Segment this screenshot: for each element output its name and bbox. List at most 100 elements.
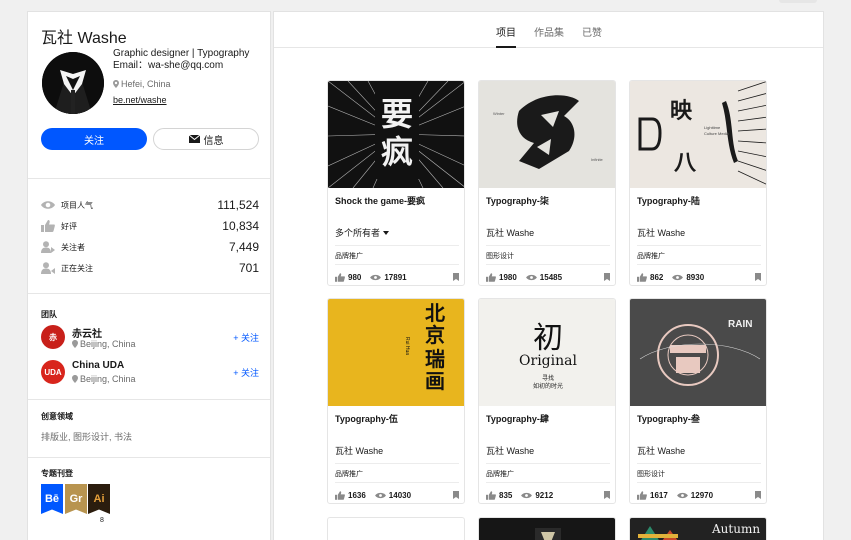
tab-moodboards[interactable]: 作品集 <box>534 24 564 39</box>
window-edge <box>779 0 817 3</box>
team-follow-button[interactable]: + 关注 <box>233 366 259 379</box>
bookmark-icon[interactable] <box>604 273 610 281</box>
team-location-text: Beijing, China <box>80 374 136 384</box>
thumb-text: RAIN <box>728 319 753 330</box>
likes-count: 1617 <box>650 490 668 500</box>
project-card[interactable]: 北京 瑞画 Rui Hua Typography-伍 瓦社 Washe 品牌推广… <box>327 298 465 504</box>
profile-location: Hefei, China <box>113 79 171 89</box>
project-thumbnail: Winter Infinite <box>479 81 615 188</box>
project-owner[interactable]: 瓦社 Washe <box>335 444 383 457</box>
project-card[interactable]: 映 八 Lighttime Culture Media Typography-陆… <box>629 80 767 286</box>
profile-link[interactable]: be.net/washe <box>113 95 167 105</box>
team-member: UDA China UDA Beijing, China + 关注 <box>41 360 259 388</box>
eye-icon <box>521 492 533 498</box>
team-member: 赤 赤云社 Beijing, China + 关注 <box>41 325 259 353</box>
stat-label: 好评 <box>61 221 77 231</box>
tab-appreciated[interactable]: 已赞 <box>582 24 602 39</box>
message-button[interactable]: 信息 <box>153 128 259 150</box>
thumb-sub-2: 如初的时光 <box>532 384 563 390</box>
eye-icon <box>370 274 382 280</box>
bookmark-icon[interactable] <box>755 491 761 499</box>
project-card[interactable]: RAIN Typography-叁 瓦社 Washe 图形设计 1617 129… <box>629 298 767 504</box>
project-card[interactable]: 初 Original 寻找 如初的时光 Typography-肆 瓦社 Wash… <box>478 298 616 504</box>
fields-list: 排版业, 图形设计, 书法 <box>41 432 133 442</box>
project-card-partial[interactable]: Autumn <box>629 517 767 540</box>
project-owner-name: 多个所有者 <box>335 228 381 238</box>
project-thumbnail: 初 Original 寻找 如初的时光 <box>479 299 615 406</box>
views-count: 14030 <box>388 490 412 500</box>
divider <box>335 463 459 464</box>
views-count: 8930 <box>686 272 705 282</box>
views-count: 12970 <box>690 490 714 500</box>
project-thumbnail: 映 八 Lighttime Culture Media <box>630 81 766 188</box>
project-title[interactable]: Typography-肆 <box>486 412 549 425</box>
graphic-design-badge[interactable]: Gr <box>65 484 87 514</box>
project-title[interactable]: Typography-柒 <box>486 194 549 207</box>
team-name[interactable]: 赤云社 <box>72 325 102 340</box>
project-card[interactable]: Winter Infinite Typography-柒 瓦社 Washe 图形… <box>478 80 616 286</box>
profile-name: 瓦社 Washe <box>41 30 127 47</box>
thumbs-up-icon <box>335 272 345 282</box>
project-owner-name: 瓦社 Washe <box>335 446 384 456</box>
project-stats: 835 9212 <box>486 489 610 501</box>
project-card-partial[interactable] <box>327 517 465 540</box>
project-owner[interactable]: 瓦社 Washe <box>486 226 534 239</box>
profile-sidebar: 瓦社 Washe Graphic designer | Typography E… <box>27 11 271 540</box>
eye-icon <box>41 201 55 209</box>
project-owner[interactable]: 多个所有者 <box>335 226 390 239</box>
project-card-partial[interactable] <box>478 517 616 540</box>
behance-badge[interactable]: Bē <box>41 484 63 514</box>
project-owner[interactable]: 瓦社 Washe <box>486 444 534 457</box>
main-content: 项目 作品集 已赞 要疯 Shock the game-要疯 多个所有者 品牌推… <box>273 11 824 540</box>
thumb-char-1: 映 <box>670 98 693 123</box>
tab-projects[interactable]: 项目 <box>496 24 516 39</box>
project-title[interactable]: Typography-叁 <box>637 412 700 425</box>
avatar[interactable] <box>42 52 104 114</box>
team-location-text: Beijing, China <box>80 339 136 349</box>
stat-value: 10,834 <box>222 219 259 233</box>
project-owner-name: 瓦社 Washe <box>637 446 686 456</box>
thumbs-up-icon <box>486 490 496 500</box>
bio-email: Email：wa-she@qq.com <box>113 60 224 71</box>
project-owner-name: 瓦社 Washe <box>486 446 535 456</box>
location-pin-icon <box>72 340 78 348</box>
location-pin-icon <box>72 375 78 383</box>
stat-label: 正在关注 <box>61 263 93 273</box>
views-count: 15485 <box>539 272 563 282</box>
circle-art-icon <box>639 324 761 386</box>
follow-button[interactable]: 关注 <box>41 128 147 150</box>
team-follow-button[interactable]: + 关注 <box>233 331 259 344</box>
fields-section-title: 创意领域 <box>41 412 73 421</box>
bookmark-icon[interactable] <box>453 491 459 499</box>
stat-value: 111,524 <box>217 198 259 212</box>
project-title[interactable]: Typography-陆 <box>637 194 700 207</box>
stat-value: 701 <box>238 261 259 275</box>
bookmark-icon[interactable] <box>755 273 761 281</box>
eye-icon <box>525 274 537 280</box>
divider <box>486 482 610 483</box>
mail-icon <box>188 135 200 143</box>
project-field: 品牌推广 <box>335 471 363 478</box>
divider <box>335 245 459 246</box>
project-title[interactable]: Typography-伍 <box>335 412 398 425</box>
dark-art-icon <box>535 528 561 540</box>
project-title[interactable]: Shock the game-要疯 <box>335 194 425 207</box>
project-owner[interactable]: 瓦社 Washe <box>637 226 685 239</box>
team-name[interactable]: China UDA <box>72 360 124 371</box>
bookmark-icon[interactable] <box>604 491 610 499</box>
project-owner[interactable]: 瓦社 Washe <box>637 444 685 457</box>
divider <box>335 264 459 265</box>
team-logo[interactable]: UDA <box>41 360 65 384</box>
caret-down-icon <box>383 230 390 235</box>
project-field: 图形设计 <box>486 253 514 260</box>
project-card[interactable]: 要疯 Shock the game-要疯 多个所有者 品牌推广 980 1789… <box>327 80 465 286</box>
bookmark-icon[interactable] <box>453 273 459 281</box>
thumb-sub-1: Lighttime <box>704 125 721 130</box>
divider <box>486 463 610 464</box>
thumbs-up-icon <box>41 220 55 232</box>
project-thumbnail: 北京 瑞画 Rui Hua <box>328 299 464 406</box>
project-field: 图形设计 <box>637 471 665 478</box>
team-logo[interactable]: 赤 <box>41 325 65 349</box>
illustration-badge[interactable]: Ai <box>88 484 110 514</box>
stat-row-appreciations: 好评 10,834 <box>41 218 259 234</box>
